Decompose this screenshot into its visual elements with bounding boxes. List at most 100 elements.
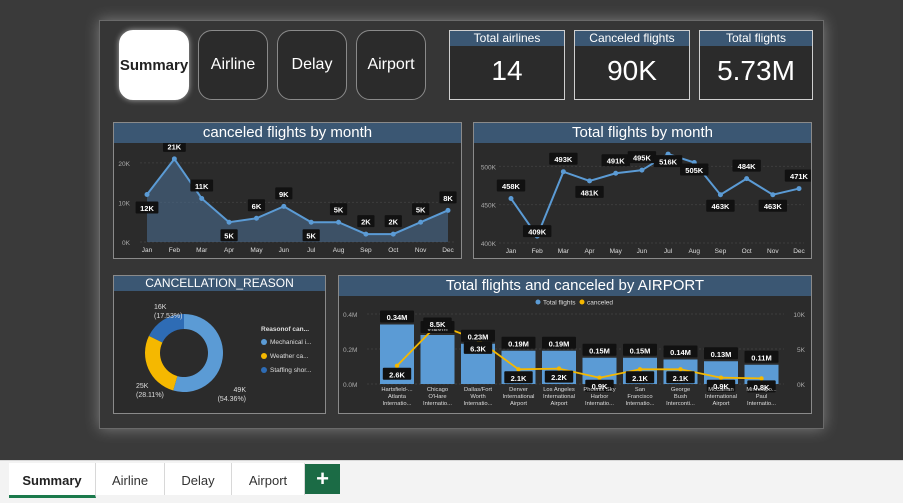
x-category-label: Francisco: [627, 394, 652, 400]
x-category-label: Atlanta: [388, 394, 407, 400]
kpi-value: 90K: [607, 55, 657, 86]
panel-title: CANCELLATION_REASON: [114, 276, 325, 291]
legend-marker: [261, 353, 267, 359]
data-point: [199, 195, 205, 201]
total-by-month-chart: 400K 450K 500K 458K 409K 493K 481K 491K 495K 516K…: [481, 151, 814, 255]
canceled-point: [637, 367, 643, 372]
legend-title: Reasonof can...: [261, 326, 309, 333]
data-point: [717, 192, 723, 198]
x-category-label: Internatio...: [625, 401, 654, 407]
report-canvas: Summary Airline Delay Airport Total airl…: [0, 0, 903, 460]
x-category-label: San: [635, 387, 645, 393]
airport-chart: 0.0M 0K 0.2M 5K 0.4M 10K Total flights canceled…: [343, 299, 806, 407]
panel-title: canceled flights by month: [114, 123, 461, 143]
data-label: 5K: [416, 206, 426, 215]
y-left-tick-label: 0.4M: [343, 312, 357, 319]
kpi-value: 14: [491, 55, 523, 86]
legend-marker: [535, 299, 541, 305]
legend-label: Mechanical i...: [270, 339, 312, 346]
data-label: 5K: [306, 232, 316, 241]
x-category-label: Internatio...: [585, 401, 614, 407]
x-category-label: Internatio...: [747, 401, 776, 407]
data-label: 5K: [334, 206, 344, 215]
panel-title: Total flights by month: [474, 123, 811, 143]
kpi-value: 5.73M: [717, 55, 795, 86]
data-label: 2.2K: [551, 373, 567, 382]
data-point: [418, 219, 424, 225]
nav-airport-button[interactable]: Airport: [356, 30, 426, 100]
x-tick-label: Oct: [742, 248, 752, 255]
tab-airline[interactable]: Airline: [96, 463, 165, 495]
bar: [420, 335, 455, 384]
data-point: [508, 196, 514, 202]
x-tick-label: Dec: [793, 248, 805, 255]
x-tick-label: Apr: [224, 247, 235, 254]
data-label: 471K: [790, 172, 809, 181]
data-label: 505K: [685, 166, 704, 175]
data-point: [363, 231, 369, 237]
x-category-label: Interconti...: [666, 401, 695, 407]
x-tick-label: May: [610, 248, 623, 255]
slice-value-label: 16K: [154, 304, 167, 311]
cancellation-reason-panel: CANCELLATION_REASON 49K (54.36%) 25K (28.11…: [113, 275, 326, 414]
data-point: [587, 178, 593, 184]
tab-delay[interactable]: Delay: [165, 463, 232, 495]
data-label: 0.11M: [751, 353, 771, 362]
add-tab-button[interactable]: +: [305, 464, 340, 494]
y-tick-label: 450K: [481, 203, 497, 210]
data-point: [308, 219, 314, 225]
data-label: 0.14M: [670, 348, 691, 357]
data-label: 2.1K: [511, 374, 527, 383]
x-tick-label: Sep: [715, 248, 727, 255]
data-label: 8K: [443, 194, 453, 203]
data-label: 409K: [528, 228, 547, 237]
x-category-label: International: [543, 394, 575, 400]
x-tick-label: Dec: [442, 247, 454, 254]
nav-airline-button[interactable]: Airline: [198, 30, 268, 100]
y-right-tick-label: 0K: [797, 382, 806, 389]
x-category-label: Worth: [470, 394, 485, 400]
legend-label: Total flights: [543, 300, 576, 307]
x-tick-label: Nov: [415, 247, 427, 254]
data-label: 484K: [738, 162, 757, 171]
data-label: 2.6K: [389, 370, 405, 379]
data-label: 11K: [195, 182, 209, 191]
y-tick-label: 20K: [118, 161, 130, 168]
data-label: 0.19M: [549, 339, 570, 348]
data-point: [390, 231, 396, 237]
kpi-canceled-flights: Canceled flights 90K: [574, 30, 690, 100]
tab-airport[interactable]: Airport: [232, 463, 305, 495]
kpi-title: Total airlines: [450, 31, 564, 46]
total-by-month-panel: Total flights by month 400K 450K 500K 458K 4…: [473, 122, 814, 259]
canceled-point: [597, 375, 602, 380]
x-tick-label: Nov: [767, 248, 779, 255]
nav-summary-button[interactable]: Summary: [119, 30, 189, 100]
legend-marker: [261, 339, 267, 345]
canceled-point: [556, 366, 562, 371]
y-tick-label: 500K: [481, 164, 497, 171]
x-category-label: Paul: [756, 394, 768, 400]
tab-summary[interactable]: Summary: [9, 463, 96, 498]
slice-value-label: 25K: [136, 383, 149, 390]
slice-percent-label: (17.53%): [154, 313, 182, 320]
data-label: 8.5K: [430, 320, 446, 329]
data-label: 2.1K: [673, 374, 689, 383]
data-label: 491K: [607, 157, 626, 166]
x-tick-label: May: [250, 247, 263, 254]
kpi-total-flights: Total flights 5.73M: [699, 30, 813, 100]
slice-percent-label: (54.36%): [218, 396, 246, 403]
x-tick-label: Aug: [333, 247, 345, 254]
data-label: 2K: [388, 218, 398, 227]
data-label: 0.15M: [630, 346, 651, 355]
canceled-point: [718, 375, 724, 380]
x-category-label: Airport: [550, 401, 567, 407]
legend-label: Staffing shor...: [270, 367, 312, 374]
nav-delay-button[interactable]: Delay: [277, 30, 347, 100]
x-category-label: Harbor: [591, 394, 609, 400]
data-point: [744, 176, 750, 182]
data-point: [445, 207, 451, 213]
canceled-by-month-panel: canceled flights by month 0K 10K 20K 12K 21K…: [113, 122, 462, 259]
x-category-label: Internatio...: [382, 401, 411, 407]
donut-slice: [145, 335, 178, 391]
x-tick-label: Feb: [532, 248, 544, 255]
